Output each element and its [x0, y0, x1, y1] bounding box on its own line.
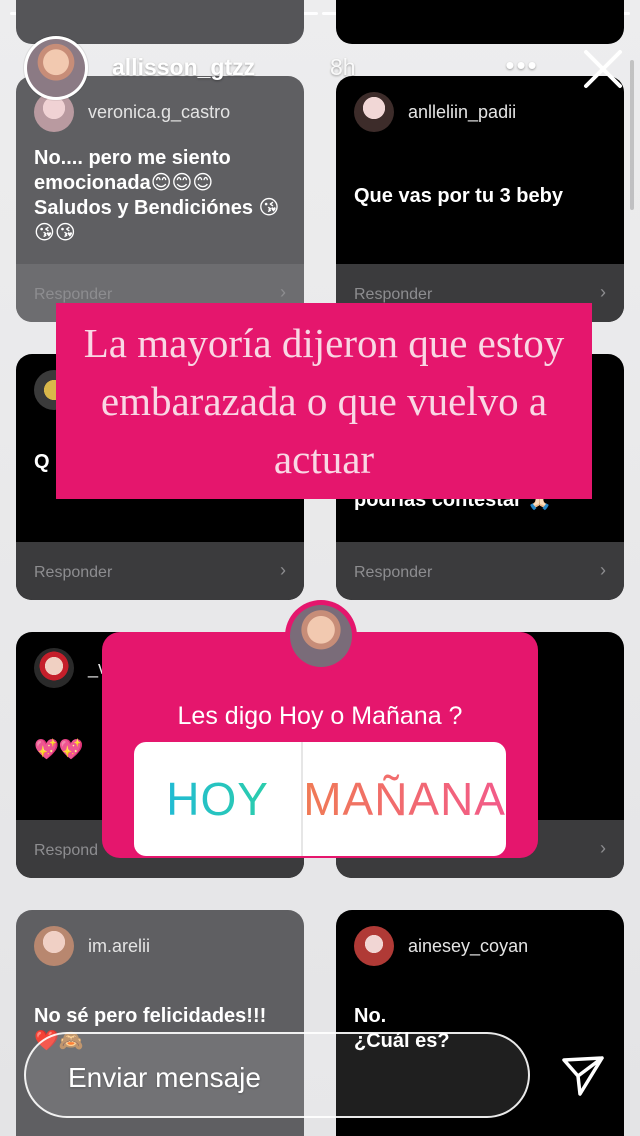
question-response-card: veronica.g_castro No.... pero me siento …: [16, 76, 304, 322]
response-username: anlleliin_padii: [408, 102, 517, 122]
chevron-right-icon: ›: [600, 560, 606, 580]
user-avatar: [354, 926, 394, 966]
chevron-right-icon: ›: [280, 560, 286, 580]
reply-label: Respond: [34, 842, 99, 859]
username[interactable]: allisson_gtzz: [112, 54, 255, 81]
user-avatar: [34, 648, 74, 688]
poll-option-manana[interactable]: MAÑANA: [303, 742, 506, 856]
message-placeholder: Enviar mensaje: [68, 1062, 261, 1093]
response-message: Que vas por tu 3 beby: [354, 185, 563, 207]
response-username: im.arelii: [88, 936, 151, 956]
poll-options: HOY MAÑANA: [134, 742, 506, 856]
response-message: No.... pero me siento emocionada😊😊😊 Salu…: [34, 147, 280, 244]
poll-option-hoy[interactable]: HOY: [134, 742, 304, 856]
reply-row: Responder ›: [16, 542, 304, 600]
close-icon[interactable]: [580, 46, 626, 92]
story-view: veronica.g_castro No.... pero me siento …: [0, 0, 640, 1136]
more-options-icon[interactable]: •••: [500, 50, 544, 80]
reply-label: Responder: [34, 286, 113, 303]
response-username: veronica.g_castro: [88, 102, 231, 122]
story-time: 8h: [330, 54, 356, 80]
reply-label: Responder: [34, 564, 113, 581]
send-message-input[interactable]: Enviar mensaje: [24, 1032, 530, 1118]
user-avatar[interactable]: [24, 36, 88, 100]
poll-question: Les digo Hoy o Mañana ?: [177, 702, 463, 730]
reply-label: Responder: [354, 564, 433, 581]
chevron-right-icon: ›: [600, 282, 606, 302]
story-text-banner: La mayoría dijeron que estoy embarazada …: [56, 303, 592, 499]
poll-avatar: [285, 600, 357, 672]
banner-text: La mayoría dijeron que estoy embarazada …: [83, 320, 565, 482]
story-header: allisson_gtzz 8h •••: [24, 36, 626, 100]
chevron-right-icon: ›: [280, 282, 286, 302]
reply-row: Responder ›: [336, 542, 624, 600]
send-icon[interactable]: [560, 1052, 606, 1098]
reply-label: Responder: [354, 286, 433, 303]
chevron-right-icon: ›: [600, 838, 606, 858]
user-avatar: [34, 926, 74, 966]
response-username: ainesey_coyan: [408, 936, 529, 956]
scrollbar[interactable]: [630, 60, 634, 210]
question-response-card: anlleliin_padii Que vas por tu 3 beby Re…: [336, 76, 624, 322]
